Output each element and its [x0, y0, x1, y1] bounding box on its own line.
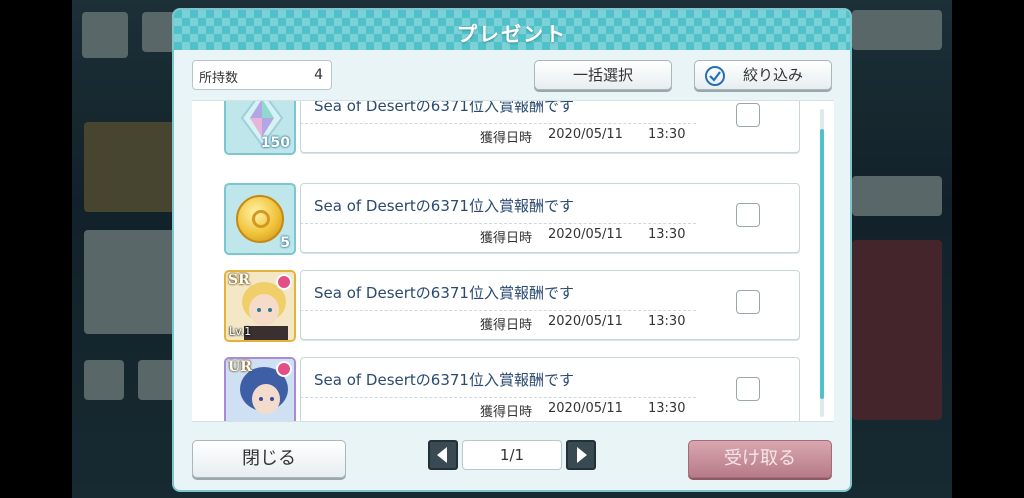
- item-time: 13:30: [648, 127, 686, 142]
- gear-icon: [276, 361, 292, 377]
- list-item: 150 Sea of Desertの6371位入賞報酬です 獲得日時 2020/…: [224, 100, 800, 155]
- scrollbar-thumb[interactable]: [820, 129, 824, 399]
- page-indicator: 1/1: [462, 440, 562, 470]
- item-date: 2020/05/11: [548, 314, 623, 329]
- filter-button-label: 絞り込み: [742, 66, 803, 84]
- item-date-row: 獲得日時 2020/05/11 13:30: [300, 397, 696, 420]
- item-time: 13:30: [648, 401, 686, 416]
- modal-header: プレゼント: [174, 10, 850, 50]
- game-screen: プレゼント 所持数 4 一括選択 絞り込み 150 Sea of Desertの…: [0, 0, 1024, 498]
- next-page-button[interactable]: [566, 440, 596, 470]
- crystal-icon: 150: [224, 101, 296, 155]
- item-date-label: 獲得日時: [480, 131, 533, 146]
- inventory-count-value: 4: [314, 67, 323, 83]
- arrow-right-icon: [577, 447, 587, 463]
- select-all-button[interactable]: 一括選択: [534, 60, 672, 90]
- item-title: Sea of Desertの6371位入賞報酬です: [314, 371, 574, 389]
- item-time: 13:30: [648, 314, 686, 329]
- ur-card-portrait: UR: [224, 357, 296, 421]
- item-checkbox[interactable]: [736, 103, 760, 127]
- close-button[interactable]: 閉じる: [192, 440, 346, 478]
- sr-card-portrait: SR Lv.1: [224, 270, 296, 342]
- item-title: Sea of Desertの6371位入賞報酬です: [314, 197, 574, 215]
- coin-icon: 5: [224, 183, 296, 255]
- prev-page-button[interactable]: [428, 440, 458, 470]
- check-circle-icon: [705, 66, 725, 86]
- item-title: Sea of Desertの6371位入賞報酬です: [314, 100, 574, 115]
- item-title: Sea of Desertの6371位入賞報酬です: [314, 284, 574, 302]
- item-checkbox[interactable]: [736, 377, 760, 401]
- item-checkbox[interactable]: [736, 290, 760, 314]
- list-item: SR Lv.1 Sea of Desertの6371位入賞報酬です 獲得日時 2…: [224, 270, 800, 342]
- scrollbar-track[interactable]: [820, 109, 824, 417]
- item-checkbox[interactable]: [736, 203, 760, 227]
- present-box-modal: プレゼント 所持数 4 一括選択 絞り込み 150 Sea of Desertの…: [174, 10, 850, 490]
- item-quantity: 150: [260, 135, 290, 151]
- list-item: UR Sea of Desertの6371位入賞報酬です 獲得日時 2020/0…: [224, 357, 800, 421]
- item-quantity: 5: [280, 235, 290, 251]
- coin-graphic: [236, 195, 284, 243]
- list-item: 5 Sea of Desertの6371位入賞報酬です 獲得日時 2020/05…: [224, 183, 800, 255]
- item-time: 13:30: [648, 227, 686, 242]
- item-date: 2020/05/11: [548, 401, 623, 416]
- gear-icon: [276, 274, 292, 290]
- receive-button[interactable]: 受け取る: [688, 440, 832, 478]
- present-list[interactable]: 150 Sea of Desertの6371位入賞報酬です 獲得日時 2020/…: [192, 100, 834, 422]
- item-date-row: 獲得日時 2020/05/11 13:30: [300, 223, 696, 246]
- filter-button[interactable]: 絞り込み: [694, 60, 832, 90]
- item-date: 2020/05/11: [548, 227, 623, 242]
- rarity-badge: UR: [228, 359, 252, 375]
- item-date-row: 獲得日時 2020/05/11 13:30: [300, 123, 696, 146]
- modal-title: プレゼント: [457, 22, 567, 46]
- item-date-label: 獲得日時: [480, 231, 533, 246]
- item-date: 2020/05/11: [548, 127, 623, 142]
- arrow-left-icon: [437, 447, 447, 463]
- inventory-count-label: 所持数: [199, 71, 239, 86]
- inventory-count-box: 所持数 4: [192, 60, 332, 90]
- item-date-label: 獲得日時: [480, 318, 533, 333]
- item-date-label: 獲得日時: [480, 405, 533, 420]
- rarity-badge: SR: [228, 272, 250, 288]
- card-level: Lv.1: [229, 325, 252, 338]
- item-date-row: 獲得日時 2020/05/11 13:30: [300, 310, 696, 333]
